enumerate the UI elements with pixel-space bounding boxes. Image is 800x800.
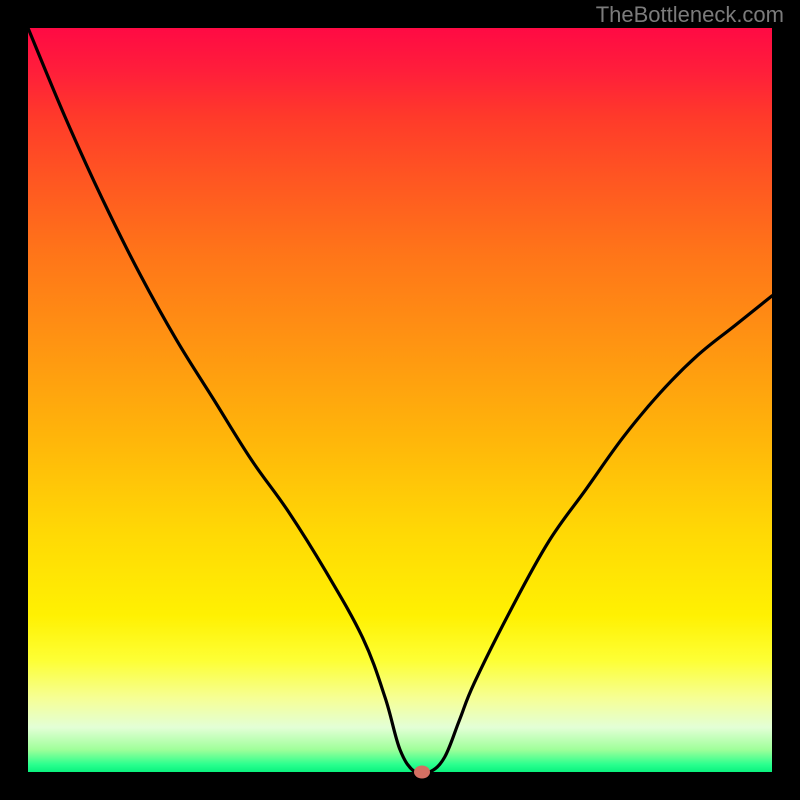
watermark-text: TheBottleneck.com: [596, 2, 784, 28]
bottleneck-curve: [28, 28, 772, 772]
optimal-point-marker: [414, 766, 430, 779]
plot-area: [28, 28, 772, 772]
chart-frame: TheBottleneck.com: [0, 0, 800, 800]
